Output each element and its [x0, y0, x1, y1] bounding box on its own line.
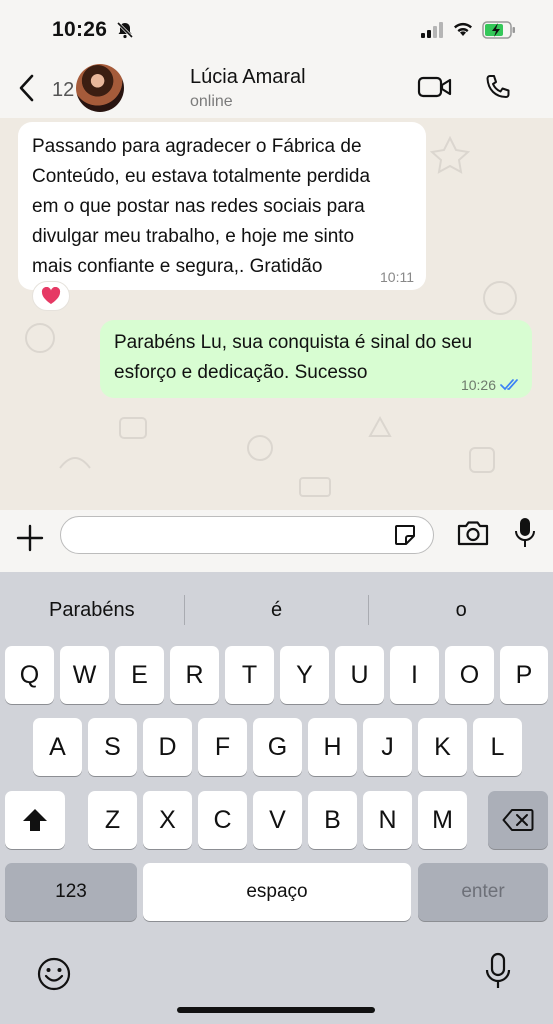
- camera-icon[interactable]: [456, 519, 490, 547]
- key-d[interactable]: D: [143, 718, 192, 776]
- key-p[interactable]: P: [500, 646, 548, 704]
- microphone-icon[interactable]: [514, 516, 536, 550]
- key-e[interactable]: E: [115, 646, 164, 704]
- emoji-icon[interactable]: [36, 956, 72, 992]
- battery-charging-icon: [482, 21, 515, 39]
- contact-info[interactable]: Lúcia Amaral online: [190, 66, 306, 111]
- numbers-key[interactable]: 123: [5, 863, 137, 921]
- sticker-icon[interactable]: [393, 523, 417, 547]
- space-key[interactable]: espaço: [143, 863, 411, 921]
- suggestion-bar: Parabéns é o: [0, 582, 553, 638]
- key-f[interactable]: F: [198, 718, 247, 776]
- bell-slash-icon: [116, 21, 134, 39]
- key-n[interactable]: N: [363, 791, 412, 849]
- key-j[interactable]: J: [363, 718, 412, 776]
- contact-status: online: [190, 93, 233, 110]
- wifi-icon: [454, 22, 472, 36]
- message-line: Passando para agradecer o Fábrica de: [32, 136, 362, 157]
- contact-name: Lúcia Amaral: [190, 66, 306, 88]
- key-s[interactable]: S: [88, 718, 137, 776]
- message-reaction[interactable]: [32, 281, 70, 311]
- key-a[interactable]: A: [33, 718, 82, 776]
- message-meta: 10:26: [461, 378, 522, 392]
- phone-icon[interactable]: [484, 73, 512, 101]
- key-y[interactable]: Y: [280, 646, 329, 704]
- key-c[interactable]: C: [198, 791, 247, 849]
- back-chevron-icon[interactable]: [16, 72, 38, 104]
- key-v[interactable]: V: [253, 791, 302, 849]
- status-bar: 10:26: [0, 0, 553, 60]
- unread-count[interactable]: 12: [52, 79, 74, 102]
- key-g[interactable]: G: [253, 718, 302, 776]
- key-x[interactable]: X: [143, 791, 192, 849]
- message-line: divulgar meu trabalho, e hoje me sinto: [32, 226, 355, 247]
- heart-icon: [41, 287, 61, 304]
- key-m[interactable]: M: [418, 791, 467, 849]
- backspace-key[interactable]: [488, 791, 548, 849]
- key-b[interactable]: B: [308, 791, 357, 849]
- key-t[interactable]: T: [225, 646, 274, 704]
- message-time: 10:11: [380, 269, 414, 285]
- key-w[interactable]: W: [60, 646, 109, 704]
- incoming-message[interactable]: Passando para agradecer o Fábrica de Con…: [18, 122, 426, 290]
- key-h[interactable]: H: [308, 718, 357, 776]
- key-q[interactable]: Q: [5, 646, 54, 704]
- message-time: 10:26: [460, 377, 496, 393]
- signal-icon: [421, 22, 443, 38]
- shift-icon: [23, 809, 47, 831]
- chat-header: 12 Lúcia Amaral online: [0, 60, 553, 118]
- suggestion-item[interactable]: Parabéns: [0, 599, 184, 622]
- key-i[interactable]: I: [390, 646, 439, 704]
- key-l[interactable]: L: [473, 718, 522, 776]
- message-input-bar: [0, 510, 553, 572]
- status-time: 10:26: [52, 18, 108, 41]
- suggestion-item[interactable]: o: [369, 599, 553, 622]
- key-k[interactable]: K: [418, 718, 467, 776]
- backspace-icon: [502, 809, 534, 831]
- chat-area[interactable]: Passando para agradecer o Fábrica de Con…: [0, 118, 553, 510]
- outgoing-message[interactable]: Parabéns Lu, sua conquista é sinal do se…: [100, 320, 532, 398]
- key-r[interactable]: R: [170, 646, 219, 704]
- home-indicator: [177, 1007, 375, 1013]
- contact-avatar[interactable]: [76, 64, 124, 112]
- keyboard: Parabéns é o Q W E R T Y U I O P A S D F…: [0, 572, 553, 1024]
- message-line: esforço e dedicação. Sucesso: [114, 362, 368, 383]
- double-check-icon: [500, 379, 518, 391]
- message-line: Conteúdo, eu estava totalmente perdida: [32, 166, 371, 187]
- dictation-mic-icon[interactable]: [484, 952, 512, 990]
- key-u[interactable]: U: [335, 646, 384, 704]
- message-line: Parabéns Lu, sua conquista é sinal do se…: [114, 332, 473, 353]
- plus-icon[interactable]: [15, 523, 45, 553]
- enter-key[interactable]: enter: [418, 863, 548, 921]
- suggestion-item[interactable]: é: [185, 599, 369, 622]
- video-call-icon[interactable]: [417, 75, 453, 99]
- message-line: em o que postar nas redes sociais para: [32, 196, 365, 217]
- message-line: mais confiante e segura,. Gratidão: [32, 256, 323, 277]
- key-o[interactable]: O: [445, 646, 494, 704]
- key-z[interactable]: Z: [88, 791, 137, 849]
- message-input[interactable]: [60, 516, 434, 554]
- shift-key[interactable]: [5, 791, 65, 849]
